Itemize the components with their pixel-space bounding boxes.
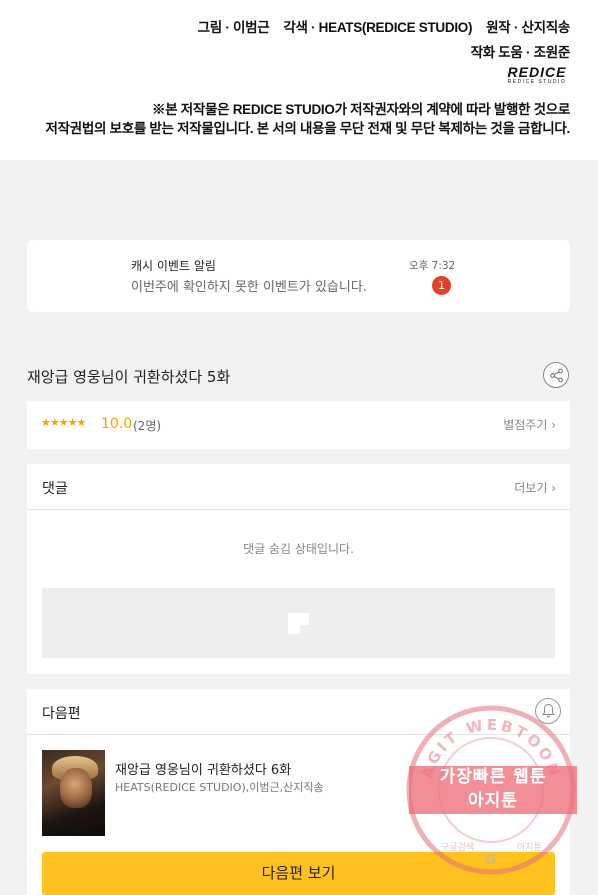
notification-time: 오후 7:32	[409, 260, 456, 272]
credit-original: 원작 · 산지직송	[486, 20, 570, 35]
comments-more-button[interactable]: 더보기 ›	[514, 479, 556, 496]
watermark-stamp: AGIT WEBTOON 구글검색 아지툰 G 가장빠른 웹툰 아지툰	[405, 704, 577, 876]
watermark-line-2: 아지툰	[468, 791, 518, 811]
share-button[interactable]	[543, 362, 569, 388]
notification-badge: 1	[432, 276, 451, 295]
share-icon	[550, 368, 563, 383]
next-episode-thumbnail[interactable]	[42, 750, 105, 836]
next-episode-authors: HEATS(REDICE STUDIO),이범근,산지직송	[115, 781, 324, 794]
next-episode-label: 다음편	[42, 706, 81, 722]
notification-title: 캐시 이벤트 알림	[131, 259, 216, 273]
comments-header: 댓글 더보기 ›	[27, 464, 570, 510]
copyright-notice-2: 저작권법의 보호를 받는 저작물입니다. 본 서의 내용을 무단 전재 및 무단…	[45, 121, 571, 136]
svg-text:G: G	[485, 852, 497, 868]
copyright-notice-1: ※본 저작물은 REDICE STUDIO가 저작권자와의 계약에 따라 발행한…	[152, 102, 570, 117]
comments-label: 댓글	[42, 481, 68, 497]
notification-message: 이번주에 확인하지 못한 이벤트가 있습니다.	[131, 280, 367, 295]
episode-title: 재앙급 영웅님이 귀환하셨다 5화	[27, 368, 231, 386]
comments-hidden-message: 댓글 숨김 상태입니다.	[243, 542, 354, 556]
rating-card: ★★★★★ 10.0 (2명) 별점주기 ›	[27, 401, 570, 449]
comments-section: 댓글 더보기 › 댓글 숨김 상태입니다.	[27, 464, 570, 674]
rate-button[interactable]: 별점주기 ›	[503, 416, 556, 433]
watermark-line-1: 가장빠른 웹툰	[439, 767, 547, 787]
watermark-bottom-left: 구글검색	[441, 841, 474, 853]
credit-adapt: 각색 · HEATS(REDICE STUDIO)	[283, 20, 473, 35]
rating-score: 10.0	[101, 416, 133, 432]
watermark-label: 가장빠른 웹툰 아지툰	[409, 766, 577, 814]
image-placeholder-icon	[288, 613, 309, 634]
credits-line-1: 그림 · 이범근 각색 · HEATS(REDICE STUDIO) 원작 · 산지…	[197, 16, 571, 36]
credit-art: 그림 · 이범근	[197, 20, 270, 35]
ad-placeholder[interactable]	[42, 588, 555, 658]
logo-subtext: REDICE STUDIO	[507, 79, 567, 85]
thumbnail-face	[60, 768, 92, 808]
credits-panel: 그림 · 이범근 각색 · HEATS(REDICE STUDIO) 원작 · 산지…	[0, 0, 598, 160]
logo-text: REDICE	[507, 64, 567, 80]
next-episode-title[interactable]: 재앙급 영웅님이 귀환하셨다 6화	[115, 759, 291, 778]
credit-assist: 작화 도움 · 조원준	[470, 45, 571, 60]
rating-stars: ★★★★★	[41, 416, 86, 429]
redice-logo: REDICE REDICE STUDIO	[504, 64, 570, 86]
rating-count: (2명)	[133, 419, 162, 433]
notification-card[interactable]: 캐시 이벤트 알림 이번주에 확인하지 못한 이벤트가 있습니다. 오후 7:3…	[27, 240, 570, 312]
watermark-bottom-right: 아지툰	[517, 842, 542, 853]
